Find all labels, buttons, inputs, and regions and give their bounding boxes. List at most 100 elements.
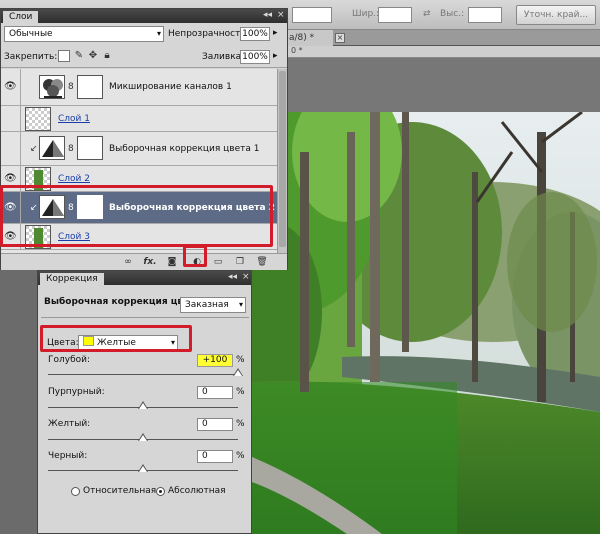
close-icon[interactable]: ×	[277, 10, 285, 20]
slider-label: Пурпурный:	[48, 387, 105, 397]
layer-mask-thumb[interactable]	[77, 195, 103, 219]
opacity-input[interactable]: 100%	[240, 27, 270, 41]
width-label: Шир.:	[352, 9, 380, 19]
chain-icon[interactable]: 8	[68, 144, 74, 154]
percent-label: %	[236, 387, 245, 397]
eye-icon[interactable]	[4, 142, 18, 156]
eye-icon[interactable]: 👁︎	[4, 201, 18, 215]
chevron-right-icon[interactable]: ▸	[273, 51, 278, 61]
slider-handle[interactable]	[233, 368, 243, 377]
fill-input[interactable]: 100%	[240, 50, 270, 64]
options-field[interactable]	[292, 7, 332, 23]
layer-mask-thumb[interactable]	[77, 75, 103, 99]
chain-icon[interactable]: 8	[68, 203, 74, 213]
close-icon[interactable]: ×	[335, 33, 345, 43]
link-icon[interactable]: ∞	[121, 256, 135, 269]
layer-thumb	[25, 107, 51, 131]
eye-icon[interactable]: 👁︎	[4, 80, 18, 94]
slider-handle[interactable]	[138, 401, 148, 410]
height-label: Выс.:	[440, 9, 465, 19]
layer-row[interactable]: 👁︎ Слой 3	[1, 224, 277, 250]
lock-label: Закрепить:	[4, 52, 58, 62]
eye-icon[interactable]: 👁︎	[4, 172, 18, 186]
layer-gutter	[20, 132, 21, 165]
blend-mode-select[interactable]: Обычные ▾	[4, 26, 164, 42]
new-layer-icon[interactable]: ❐	[233, 256, 247, 269]
chevron-down-icon: ▾	[156, 29, 161, 38]
absolute-radio[interactable]	[156, 487, 165, 496]
collapse-icon[interactable]: ◂◂	[263, 10, 272, 20]
tab-layers[interactable]: Слои	[3, 11, 39, 23]
layer-gutter	[20, 106, 21, 131]
fx-icon[interactable]: fx.	[143, 256, 157, 269]
lock-transparency-icon[interactable]	[58, 50, 70, 62]
lock-icon[interactable]: 🔒︎	[101, 50, 113, 62]
layers-scrollbar[interactable]	[277, 69, 287, 253]
clip-arrow-icon: ↙	[30, 203, 38, 213]
layer-row[interactable]: 👁︎ 8 Микширование каналов 1	[1, 69, 277, 106]
layer-name: Микширование каналов 1	[109, 82, 232, 92]
black-value[interactable]: 0	[197, 450, 233, 463]
divider	[41, 317, 249, 318]
relative-radio[interactable]	[71, 487, 80, 496]
slider-label: Желтый:	[48, 419, 91, 429]
colors-select[interactable]: Желтые ▾	[78, 335, 178, 351]
selective-color-icon	[39, 195, 65, 219]
layer-row[interactable]: 👁︎ Слой 2	[1, 166, 277, 192]
close-icon[interactable]: ×	[242, 272, 250, 282]
fill-label: Заливка:	[202, 52, 245, 62]
width-input[interactable]	[378, 7, 412, 23]
cyan-value[interactable]: +100	[197, 354, 233, 367]
slider-track[interactable]	[48, 374, 238, 375]
clip-arrow-icon: ↙	[30, 144, 38, 154]
document-tab-bar: a/8) * ×	[285, 30, 600, 46]
chevron-down-icon: ▾	[170, 338, 175, 347]
magenta-value[interactable]: 0	[197, 386, 233, 399]
layer-mask-thumb[interactable]	[77, 136, 103, 160]
scrollbar-thumb[interactable]	[279, 71, 286, 247]
brush-icon[interactable]: ✎	[73, 50, 85, 62]
height-input[interactable]	[468, 7, 502, 23]
layer-row[interactable]: Слой 1	[1, 106, 277, 132]
eye-icon[interactable]	[4, 112, 18, 126]
preset-select[interactable]: Заказная ▾	[180, 297, 246, 313]
adjustment-layer-icon[interactable]: ◐	[190, 256, 204, 269]
group-icon[interactable]: ▭	[211, 256, 225, 269]
percent-label: %	[236, 419, 245, 429]
opacity-label: Непрозрачность:	[168, 29, 249, 39]
percent-label: %	[236, 451, 245, 461]
layer-name: Выборочная коррекция цвета 2	[109, 203, 275, 213]
slider-handle[interactable]	[138, 464, 148, 473]
move-icon[interactable]: ✥	[87, 50, 99, 62]
slider-label: Черный:	[48, 451, 88, 461]
percent-label: %	[236, 355, 245, 365]
absolute-label: Абсолютная	[168, 486, 226, 496]
layers-titlebar: Слои ◂◂ ×	[1, 9, 287, 23]
layer-thumb	[25, 167, 51, 191]
eye-icon[interactable]: 👁︎	[4, 230, 18, 244]
park-photo	[252, 112, 600, 534]
blend-row: Обычные ▾ Непрозрачность: 100% ▸	[1, 23, 287, 45]
ruler-text: 0 *	[291, 46, 303, 55]
layer-thumb	[25, 225, 51, 249]
tab-adjustments[interactable]: Коррекция	[40, 273, 104, 285]
swap-icon[interactable]: ⇄	[423, 9, 431, 19]
yellow-value[interactable]: 0	[197, 418, 233, 431]
blend-mode-value: Обычные	[9, 29, 53, 39]
slider-label: Голубой:	[48, 355, 91, 365]
collapse-icon[interactable]: ◂◂	[228, 272, 237, 282]
channel-mixer-icon	[39, 75, 65, 99]
adjustments-titlebar: Коррекция ◂◂ ×	[38, 271, 251, 285]
layer-row[interactable]: ↙ 8 Выборочная коррекция цвета 1	[1, 132, 277, 166]
chevron-right-icon[interactable]: ▸	[273, 28, 278, 38]
layer-row[interactable]: 👁︎ ↙ 8 Выборочная коррекция цвета 2	[1, 192, 277, 224]
chain-icon[interactable]: 8	[68, 82, 74, 92]
document-tab[interactable]: a/8) *	[285, 30, 333, 46]
refine-edge-button[interactable]: Уточн. край...	[516, 5, 596, 25]
lock-row: Закрепить: ✎ ✥ 🔒︎ Заливка: 100% ▸	[1, 46, 287, 68]
slider-handle[interactable]	[138, 433, 148, 442]
mask-icon[interactable]: ◙	[165, 256, 179, 269]
colors-value: Желтые	[97, 338, 136, 348]
trash-icon[interactable]: 🗑︎	[255, 256, 269, 269]
document-canvas[interactable]	[252, 112, 600, 534]
